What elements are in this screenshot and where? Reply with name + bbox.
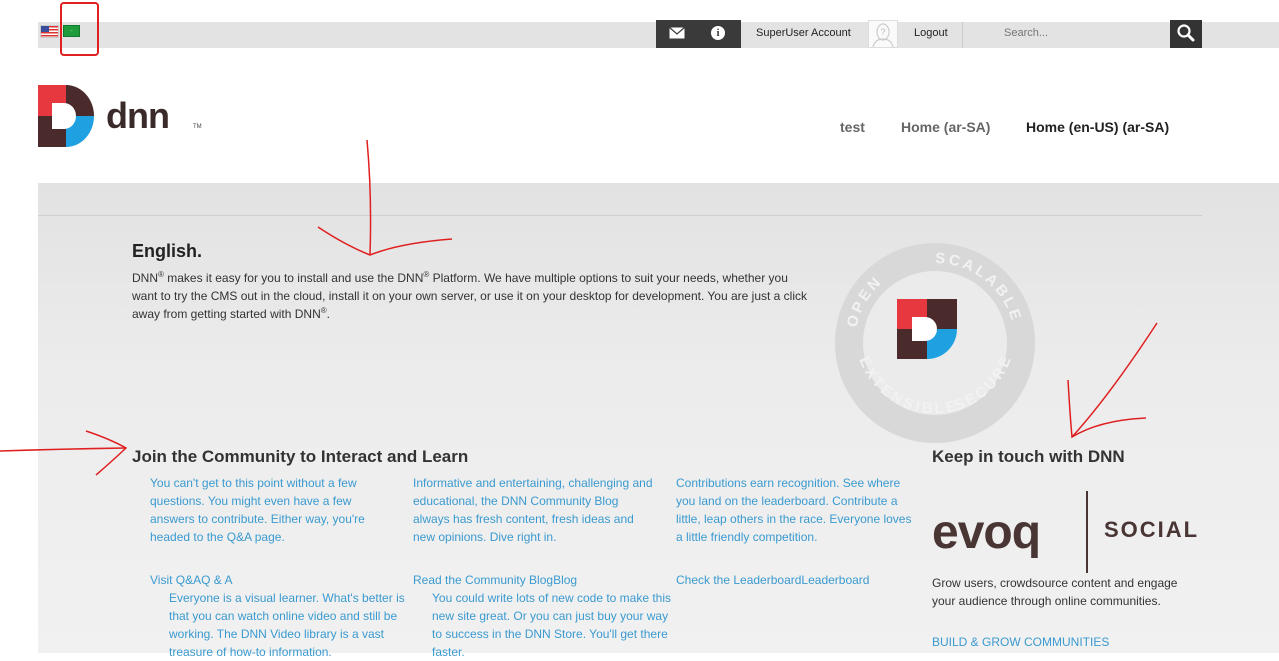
search-button[interactable] (1170, 20, 1202, 48)
search-input[interactable] (1004, 27, 1164, 39)
us-flag-icon[interactable] (40, 25, 59, 38)
dnn-store-text: You could write lots of new code to make… (432, 591, 672, 659)
nav-item-home-ar-sa[interactable]: Home (ar-SA) (901, 119, 990, 135)
community-qa-text: You can't get to this point without a fe… (150, 476, 365, 544)
search-icon (1177, 24, 1195, 42)
visit-qa-link[interactable]: Visit Q&AQ & A (150, 571, 232, 589)
community-blog-text: Informative and entertaining, challengin… (413, 476, 653, 544)
social-label: SOCIAL (1104, 517, 1200, 542)
avatar[interactable]: ? (868, 20, 898, 48)
annotation-box (60, 2, 99, 56)
avatar-placeholder-icon: ? (872, 23, 894, 48)
nav-item-test[interactable]: test (840, 119, 865, 135)
video-library-text: Everyone is a visual learner. What's bet… (169, 591, 405, 659)
trademark-mark: TM (193, 124, 202, 130)
keep-in-touch-heading: Keep in touch with DNN (932, 447, 1125, 466)
nav-item-home-en-us-ar-sa[interactable]: Home (en-US) (ar-SA) (1026, 119, 1169, 135)
read-blog-link[interactable]: Read the Community BlogBlog (413, 571, 577, 589)
svg-text:?: ? (880, 27, 885, 37)
mail-icon[interactable] (669, 27, 685, 39)
annotation-arrows (0, 139, 1158, 476)
logo-wordmark[interactable]: dnn (106, 95, 170, 137)
keep-in-touch-paragraph: Grow users, crowdsource content and enga… (932, 576, 1178, 608)
evoq-logo[interactable]: evoq (932, 508, 1041, 558)
info-icon[interactable]: i (711, 26, 725, 40)
divider (962, 22, 963, 48)
superuser-account-link[interactable]: SuperUser Account (756, 27, 851, 39)
divider (1086, 491, 1088, 573)
community-heading: Join the Community to Interact and Learn (132, 447, 469, 466)
check-leaderboard-link[interactable]: Check the LeaderboardLeaderboard (676, 571, 869, 589)
build-grow-communities-link[interactable]: BUILD & GROW COMMUNITIES (932, 635, 1109, 649)
community-leaderboard-text: Contributions earn recognition. See wher… (676, 476, 912, 544)
logout-link[interactable]: Logout (914, 27, 948, 39)
